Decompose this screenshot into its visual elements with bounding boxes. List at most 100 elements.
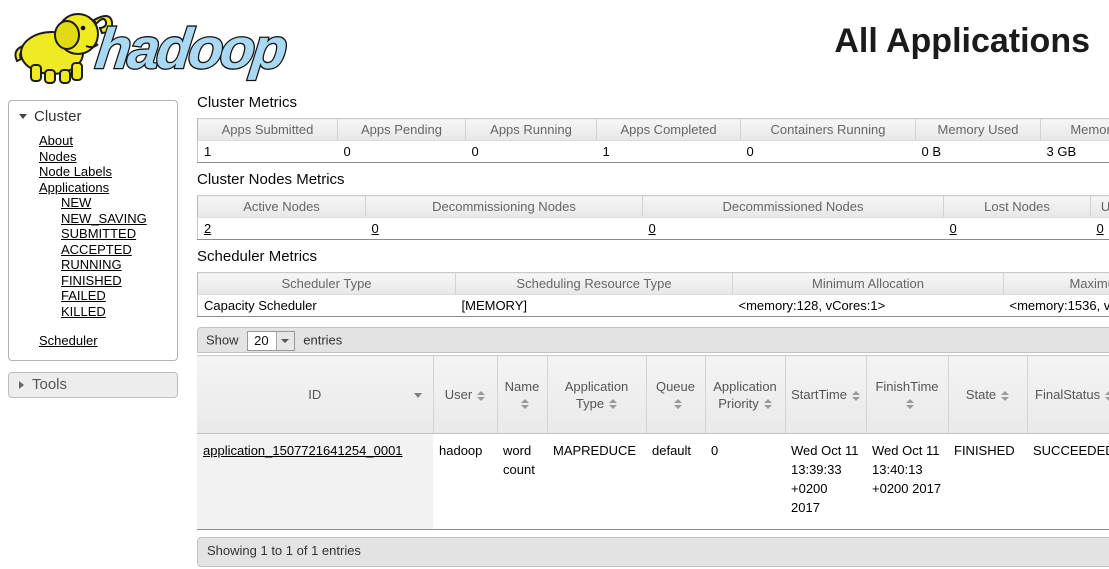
scheduler-link[interactable]: Scheduler [39,333,98,348]
col-maximum-allocation: Maximum Allocation [1004,273,1109,295]
nodes-link[interactable]: Nodes [39,149,77,164]
col-scheduling-resource-type: Scheduling Resource Type [456,273,733,295]
sort-icon [609,399,617,409]
cluster-metrics-value-row: 1 0 0 1 0 0 B 3 GB [198,141,1109,163]
containers-running-value: 0 [741,141,916,163]
nav-item-state: FAILED [61,288,177,304]
col-name-label: Name [505,379,540,394]
memory-total-value: 3 GB [1041,141,1109,163]
apps-pending-value: 0 [338,141,466,163]
state-failed-link[interactable]: FAILED [61,288,106,303]
col-application-type-label: Application Type [565,379,629,411]
application-id-link[interactable]: application_1507721641254_0001 [203,443,403,458]
cluster-links: About Nodes Node Labels Applications NEW… [9,133,177,319]
col-minimum-allocation: Minimum Allocation [733,273,1004,295]
tools-nav-label: Tools [32,376,67,393]
col-finishtime[interactable]: FinishTime [866,356,948,434]
app-queue-cell: default [646,434,705,530]
scheduler-type-value: Capacity Scheduler [198,295,456,317]
app-finishtime-cell: Wed Oct 11 13:40:13 +0200 2017 [866,434,948,530]
scheduler-metrics-value-row: Capacity Scheduler [MEMORY] <memory:128,… [198,295,1109,317]
application-row: application_1507721641254_0001 hadoop wo… [197,434,1109,530]
apps-submitted-value: 1 [198,141,338,163]
state-finished-link[interactable]: FINISHED [61,273,122,288]
col-state-label: State [966,387,996,402]
col-user[interactable]: User [433,356,497,434]
entries-label: entries [303,332,342,347]
hadoop-logo: hadoop [6,4,316,88]
applications-link[interactable]: Applications [39,180,109,195]
nav-item-state: NEW [61,195,177,211]
active-nodes-value: 2 [198,218,366,240]
sort-icon [521,399,529,409]
nav-item-node-labels: Node Labels [39,164,177,180]
tools-nav-header[interactable]: Tools [8,372,178,398]
col-queue[interactable]: Queue [646,356,705,434]
sort-icon [906,399,914,409]
col-apps-completed: Apps Completed [597,119,741,141]
scheduling-resource-type-value: [MEMORY] [456,295,733,317]
active-nodes-link[interactable]: 2 [204,221,211,236]
col-state[interactable]: State [948,356,1027,434]
cluster-nodes-metrics-title: Cluster Nodes Metrics [197,171,1109,188]
maximum-allocation-value: <memory:1536, vCores:4> [1004,295,1109,317]
state-accepted-link[interactable]: ACCEPTED [61,242,132,257]
state-new-saving-link[interactable]: NEW_SAVING [61,211,147,226]
col-active-nodes: Active Nodes [198,196,366,218]
nav-item-state: KILLED [61,304,177,320]
about-link[interactable]: About [39,133,73,148]
nav-item-state: RUNNING [61,257,177,273]
table-info-text: Showing 1 to 1 of 1 entries [207,543,361,558]
select-button [276,332,294,350]
page-size-select[interactable]: 20 [247,331,294,351]
col-apps-pending: Apps Pending [338,119,466,141]
state-killed-link[interactable]: KILLED [61,304,106,319]
sort-asc-icon [414,393,422,398]
sort-icon [477,391,485,401]
unhealthy-nodes-value: 0 [1091,218,1109,240]
page-title: All Applications [834,22,1090,61]
sort-icon [1001,391,1009,401]
lost-nodes-value: 0 [944,218,1091,240]
lost-nodes-link[interactable]: 0 [950,221,957,236]
cluster-metrics-header-row: Apps Submitted Apps Pending Apps Running… [198,119,1109,141]
col-name[interactable]: Name [497,356,547,434]
hadoop-logo-svg: hadoop [6,4,316,88]
state-new-link[interactable]: NEW [61,195,91,210]
app-id-cell: application_1507721641254_0001 [197,434,433,530]
app-finalstatus-cell: SUCCEEDED [1027,434,1109,530]
unhealthy-nodes-link[interactable]: 0 [1097,221,1104,236]
decommissioned-nodes-link[interactable]: 0 [649,221,656,236]
app-starttime-cell: Wed Oct 11 13:39:33 +0200 2017 [785,434,866,530]
state-submitted-link[interactable]: SUBMITTED [61,226,136,241]
scheduler-metrics-header-row: Scheduler Type Scheduling Resource Type … [198,273,1109,295]
col-apps-submitted: Apps Submitted [198,119,338,141]
col-id[interactable]: ID [197,356,433,434]
col-finalstatus[interactable]: FinalStatus [1027,356,1109,434]
col-starttime-label: StartTime [791,387,847,402]
col-id-label: ID [308,387,321,402]
col-application-type[interactable]: Application Type [547,356,646,434]
col-starttime[interactable]: StartTime [785,356,866,434]
nav-item-applications: Applications NEW NEW_SAVING SUBMITTED AC… [39,180,177,320]
nav-item-nodes: Nodes [39,149,177,165]
app-type-cell: MAPREDUCE [547,434,646,530]
scheduler-metrics-title: Scheduler Metrics [197,248,1109,265]
state-running-link[interactable]: RUNNING [61,257,122,272]
table-info-bar: Showing 1 to 1 of 1 entries [197,537,1109,567]
node-labels-link[interactable]: Node Labels [39,164,112,179]
decommissioning-nodes-link[interactable]: 0 [372,221,379,236]
applications-table: ID User Name Application Type Queue Appl… [197,355,1109,530]
cluster-nav-label: Cluster [34,108,82,125]
col-application-priority[interactable]: Application Priority [705,356,785,434]
app-state-links: NEW NEW_SAVING SUBMITTED ACCEPTED RUNNIN… [39,195,177,319]
scheduler-metrics-table: Scheduler Type Scheduling Resource Type … [197,272,1109,317]
col-queue-label: Queue [656,379,695,394]
col-user-label: User [445,387,472,402]
page-length-bar: Show 20 entries [197,327,1109,353]
apps-running-value: 0 [466,141,597,163]
applications-header-row: ID User Name Application Type Queue Appl… [197,356,1109,434]
col-apps-running: Apps Running [466,119,597,141]
col-memory-used: Memory Used [916,119,1041,141]
cluster-nav-header[interactable]: Cluster [9,105,177,133]
